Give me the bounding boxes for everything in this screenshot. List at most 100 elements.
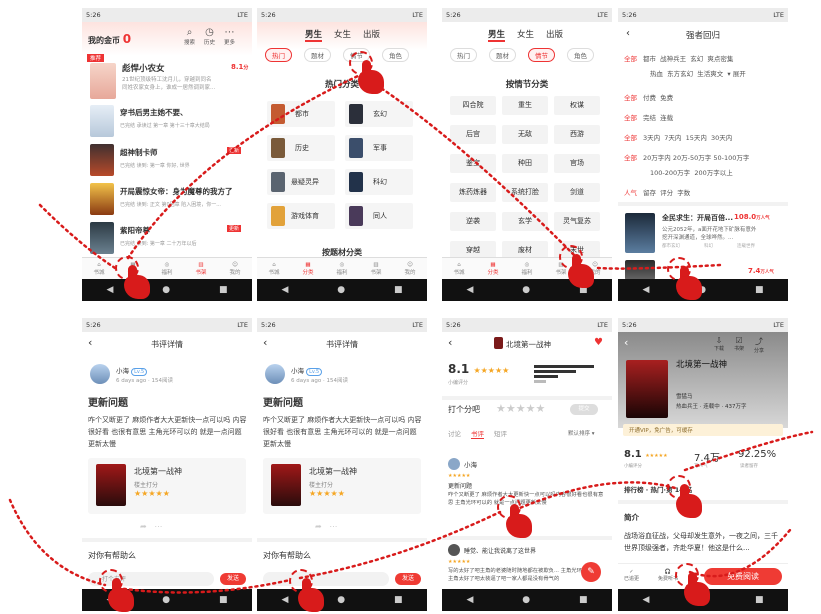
filter-role[interactable]: 角色 [567,48,594,62]
plot-cell[interactable]: 无敌 [502,125,548,144]
filter-theme[interactable]: 题材 [489,48,516,62]
filter-selected[interactable]: 全部 [624,154,637,162]
book-title[interactable]: 穿书后男主她不要、 [120,107,188,118]
category-card[interactable]: 悬疑灵异 [267,169,335,195]
plot-cell[interactable]: 后宫 [450,125,496,144]
tab-discussion[interactable]: 讨论 [448,428,461,439]
recents-icon[interactable]: ■ [579,595,588,605]
filter-theme[interactable]: 题材 [304,48,331,62]
tab-bookshelf[interactable]: ▥ 书架 [195,262,206,276]
download-button[interactable]: ⇩ 下载 [714,336,724,354]
filter-selected[interactable]: 全部 [624,55,637,63]
plot-cell[interactable]: 权谋 [554,96,600,115]
history-button[interactable]: ◷ 历史 [204,27,215,46]
tab-welfare[interactable]: ◎ 福利 [521,262,532,276]
featured-title[interactable]: 彪悍小农女 [122,62,165,74]
filter-option[interactable]: 战神兵王 [660,55,686,63]
tab-welfare[interactable]: ◎ 福利 [336,262,347,276]
avatar[interactable] [265,364,285,384]
avatar[interactable] [448,458,460,470]
book-author[interactable]: 雪猛马 [676,392,693,400]
filter-hot[interactable]: 热门 [450,48,477,62]
category-card[interactable]: 游戏体育 [267,203,335,229]
filter-option[interactable]: 30天内 [711,134,732,142]
vip-banner[interactable]: 开通VIP，免广告，可缓存 [623,424,783,436]
read-free-button[interactable]: 免费阅读 [704,568,782,585]
book-title[interactable]: 超神制卡师 [120,147,158,158]
tab-bookshelf[interactable]: ▥ 书架 [370,262,381,276]
tab-mine[interactable]: ☺ 我的 [404,262,415,276]
book-title[interactable]: 开局震惊女帝：身为魔尊的我方了 [120,186,233,197]
filter-option[interactable]: 完结 [643,114,656,122]
filter-hot[interactable]: 热门 [265,48,292,62]
tab-female[interactable]: 女生 [517,28,534,42]
recents-icon[interactable]: ■ [755,595,764,605]
share-icon[interactable]: ➦ ⋯ [315,522,337,531]
filter-option[interactable]: 付费 [643,94,656,102]
tab-male[interactable]: 男生 [305,28,323,42]
filter-option[interactable]: 20万字内 [643,154,671,162]
plot-cell[interactable]: 玄学 [502,212,548,231]
sort-option[interactable]: 字数 [677,189,690,197]
filter-role[interactable]: 角色 [382,48,409,62]
tab-publish[interactable]: 出版 [363,28,380,42]
book-cover[interactable] [90,144,114,176]
book-cover[interactable] [90,222,114,254]
filter-option[interactable]: 20万-50万字 [673,154,711,162]
plot-cell[interactable]: 灵气复苏 [554,212,600,231]
filter-option[interactable]: 200万字以上 [694,169,732,177]
filter-option[interactable]: 东方玄幻 [667,70,693,78]
user-name[interactable]: 小海 [464,459,477,469]
plot-cell[interactable]: 种田 [502,154,548,173]
tab-reviews[interactable]: 书评 [471,428,484,439]
filter-option[interactable]: 热血 [650,70,663,78]
filter-option[interactable]: 玄幻 [690,55,703,63]
back-arrow-icon[interactable]: ‹ [624,336,628,349]
plot-cell[interactable]: 逆袭 [450,212,496,231]
plot-cell[interactable]: 四合院 [450,96,496,115]
tab-short-reviews[interactable]: 短评 [494,428,507,439]
book-card[interactable]: 北境第一战神 楼主打分 ★★★★★ [263,458,421,514]
filter-option[interactable]: 爽点密集 [707,55,733,63]
book-cover[interactable] [90,183,114,215]
category-card[interactable]: 军事 [345,135,413,161]
back-icon[interactable]: ◀ [466,595,473,605]
recents-icon[interactable]: ■ [755,285,764,295]
home-icon[interactable]: ● [337,285,345,295]
filter-selected[interactable]: 全部 [624,94,637,102]
filter-option[interactable]: 都市 [643,55,656,63]
home-icon[interactable]: ● [162,595,170,605]
category-card[interactable]: 玄幻 [345,101,413,127]
category-card[interactable]: 科幻 [345,169,413,195]
search-button[interactable]: ⌕ 搜索 [184,27,195,46]
book-cover[interactable] [625,213,655,253]
tab-bookstore[interactable]: ⌂ 书城 [268,262,279,276]
share-icon[interactable]: ➦ ⋯ [140,522,162,531]
tab-female[interactable]: 女生 [334,28,351,42]
filter-option[interactable]: 100-200万字 [650,169,690,177]
filter-option[interactable]: 50-100万字 [713,154,749,162]
sort-dropdown[interactable]: 默认排序 ▾ [568,429,595,437]
share-button[interactable]: ⤴ 分享 [754,336,764,354]
recents-icon[interactable]: ■ [219,285,228,295]
home-icon[interactable]: ● [522,595,530,605]
book-cover[interactable] [90,105,114,137]
filter-option[interactable]: 15天内 [686,134,707,142]
heart-icon[interactable]: ♥ [594,337,603,348]
user-name[interactable]: 小海 [291,367,304,375]
send-button[interactable]: 发送 [220,573,246,585]
plot-cell[interactable]: 官场 [554,154,600,173]
category-card[interactable]: 都市 [267,101,335,127]
back-icon[interactable]: ◀ [466,285,473,295]
sort-option[interactable]: 评分 [660,189,673,197]
filter-selected[interactable]: 全部 [624,114,637,122]
tab-bookstore[interactable]: ⌂ 书城 [93,262,104,276]
tab-bookstore[interactable]: ⌂ 书城 [453,262,464,276]
submit-rating-button[interactable]: 提交 [570,404,598,415]
avatar[interactable] [90,364,110,384]
filter-option[interactable]: 免费 [660,94,673,102]
book-cover[interactable] [625,260,655,280]
coins-row[interactable]: 我的金币 0 [88,32,131,46]
back-icon[interactable]: ◀ [642,595,649,605]
send-button[interactable]: 发送 [395,573,421,585]
